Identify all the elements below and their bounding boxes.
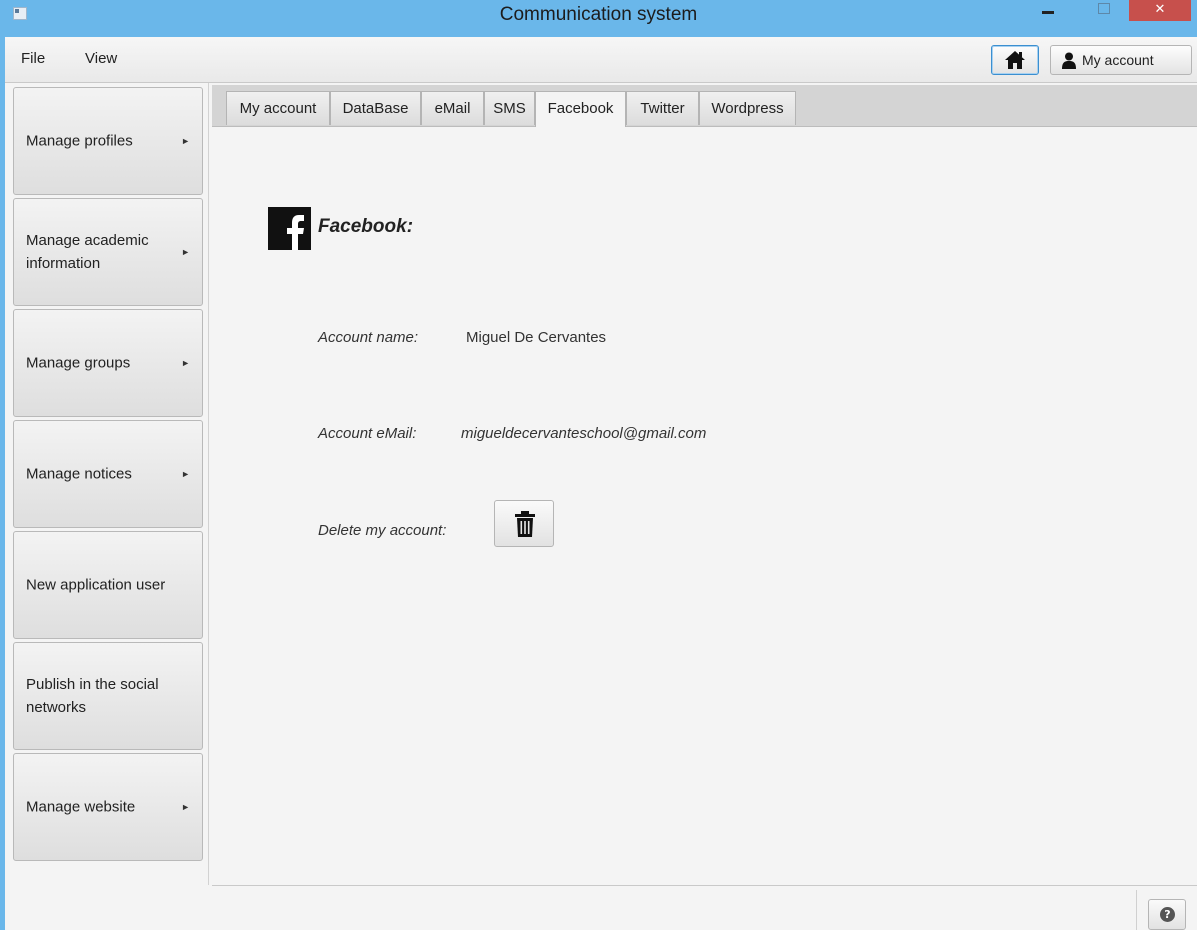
- sidebar-item-label: Manage academic information: [26, 232, 149, 272]
- arrow-right-icon: ►: [181, 358, 190, 368]
- home-icon: [1005, 51, 1025, 69]
- sidebar-item-publish-social-networks[interactable]: Publish in the social networks: [13, 642, 203, 750]
- home-button[interactable]: [991, 45, 1039, 75]
- sidebar-item-label: New application user: [26, 576, 166, 594]
- arrow-right-icon: ►: [181, 247, 190, 257]
- tab-database[interactable]: DataBase: [330, 91, 421, 125]
- account-name-value: Miguel De Cervantes: [466, 329, 607, 346]
- account-email-value: migueldecervanteschool@gmail.com: [461, 425, 707, 442]
- facebook-title: Facebook:: [318, 216, 414, 237]
- help-button[interactable]: ?: [1148, 899, 1186, 930]
- facebook-icon: [268, 207, 311, 250]
- tab-sms[interactable]: SMS: [484, 91, 535, 125]
- sidebar-item-manage-profiles[interactable]: Manage profiles ►: [13, 87, 203, 195]
- close-button[interactable]: ✕: [1129, 0, 1191, 21]
- facebook-panel: [212, 127, 1197, 885]
- user-icon: [1062, 52, 1076, 69]
- sidebar-item-new-application-user[interactable]: New application user: [13, 531, 203, 639]
- tab-wordpress[interactable]: Wordpress: [699, 91, 796, 125]
- arrow-right-icon: ►: [181, 136, 190, 146]
- sidebar-item-label: Manage website: [26, 798, 136, 816]
- sidebar-item-manage-groups[interactable]: Manage groups ►: [13, 309, 203, 417]
- sidebar-item-label: Manage groups: [26, 354, 131, 372]
- sidebar-item-label: Manage notices: [26, 465, 132, 483]
- sidebar: Manage profiles ► Manage academic inform…: [5, 83, 208, 930]
- my-account-button[interactable]: My account: [1050, 45, 1192, 75]
- sidebar-item-label: Publish in the social networks: [26, 676, 159, 716]
- my-account-label: My account: [1082, 52, 1154, 68]
- arrow-right-icon: ►: [181, 802, 190, 812]
- tab-facebook[interactable]: Facebook: [535, 91, 626, 127]
- sidebar-divider: [208, 83, 209, 885]
- status-separator: [1136, 890, 1137, 930]
- status-divider: [212, 885, 1197, 886]
- help-icon: ?: [1160, 907, 1175, 922]
- window-title: Communication system: [499, 4, 698, 25]
- sidebar-item-manage-academic-information[interactable]: Manage academic information ►: [13, 198, 203, 306]
- maximize-button[interactable]: [1090, 0, 1118, 21]
- menu-file[interactable]: File: [21, 50, 45, 67]
- arrow-right-icon: ►: [181, 469, 190, 479]
- sidebar-item-manage-website[interactable]: Manage website ►: [13, 753, 203, 861]
- minimize-button[interactable]: [1029, 0, 1069, 21]
- trash-icon: [515, 511, 535, 537]
- title-bar: Communication system ✕: [0, 0, 1197, 37]
- account-email-label: Account eMail:: [318, 425, 417, 442]
- delete-account-label: Delete my account:: [318, 522, 447, 539]
- delete-account-button[interactable]: [494, 500, 554, 547]
- account-name-label: Account name:: [318, 329, 419, 346]
- tab-my-account[interactable]: My account: [226, 91, 330, 125]
- tab-email[interactable]: eMail: [421, 91, 484, 125]
- sidebar-item-label: Manage profiles: [26, 132, 133, 150]
- tab-strip: My account DataBase eMail SMS Facebook T…: [212, 85, 1197, 127]
- tab-twitter[interactable]: Twitter: [626, 91, 699, 125]
- sidebar-item-manage-notices[interactable]: Manage notices ►: [13, 420, 203, 528]
- menu-view[interactable]: View: [85, 50, 117, 67]
- menu-bar: File View My account: [5, 37, 1197, 83]
